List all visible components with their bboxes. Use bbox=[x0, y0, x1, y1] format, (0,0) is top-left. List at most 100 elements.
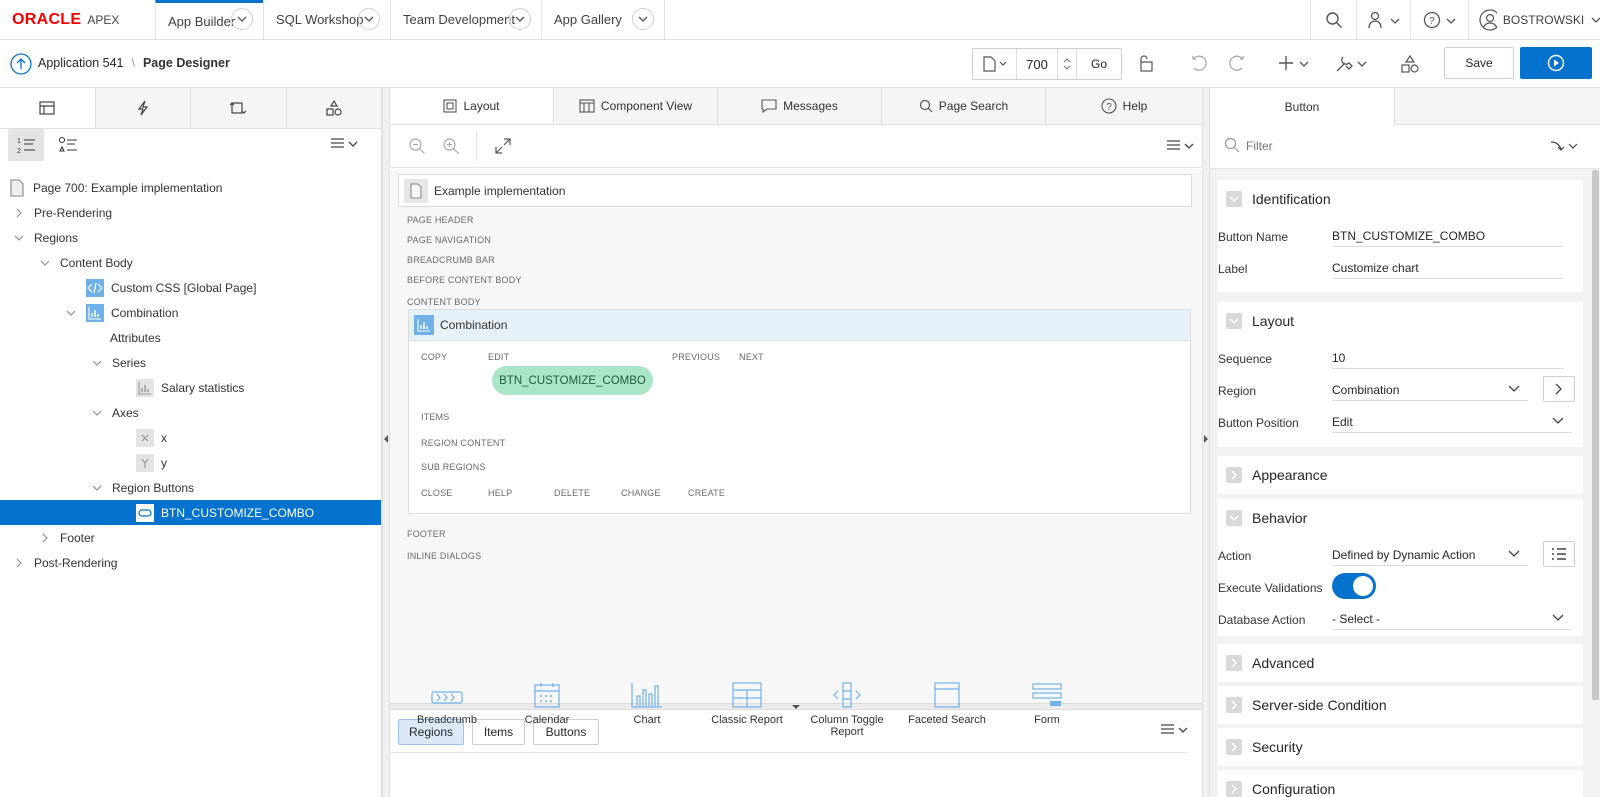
section-header[interactable]: Behavior bbox=[1218, 499, 1583, 537]
gallery-item-breadcrumb[interactable]: Breadcrumb bbox=[402, 686, 492, 726]
tree-menu-icon[interactable] bbox=[330, 136, 360, 152]
tree-node-post-rendering[interactable]: Post-Rendering bbox=[0, 550, 381, 575]
utilities-menu-icon[interactable] bbox=[1334, 54, 1368, 74]
region-header[interactable]: Combination bbox=[409, 310, 1190, 341]
tree-node-content-body[interactable]: Content Body bbox=[0, 250, 381, 275]
chevron-right-icon[interactable] bbox=[12, 206, 26, 220]
position-before-content-body[interactable]: BEFORE CONTENT BODY bbox=[407, 275, 522, 285]
chevron-down-icon[interactable] bbox=[12, 231, 26, 245]
tree-node-page[interactable]: Page 700: Example implementation bbox=[0, 175, 381, 200]
gallery-item-chart[interactable]: Chart bbox=[602, 682, 692, 726]
position-region-content[interactable]: REGION CONTENT bbox=[421, 438, 505, 448]
position-footer[interactable]: FOOTER bbox=[407, 529, 446, 539]
layout-menu-icon[interactable] bbox=[1166, 138, 1196, 154]
tree-node-btn-customize-combo[interactable]: BTN_CUSTOMIZE_COMBO bbox=[0, 500, 381, 525]
go-to-region-button[interactable] bbox=[1543, 376, 1575, 402]
position-page-navigation[interactable]: PAGE NAVIGATION bbox=[407, 235, 491, 245]
expand-icon[interactable] bbox=[494, 137, 512, 155]
tree-node-axis-y[interactable]: y bbox=[0, 450, 381, 475]
section-header[interactable]: Appearance bbox=[1218, 456, 1583, 494]
grouped-view-toggle[interactable]: 12 bbox=[8, 129, 44, 161]
go-button[interactable]: Go bbox=[1077, 57, 1121, 71]
chevron-down-icon[interactable] bbox=[64, 306, 78, 320]
lock-page-icon[interactable] bbox=[1136, 54, 1156, 74]
go-to-group-icon[interactable] bbox=[1550, 139, 1580, 155]
tab-messages[interactable]: Messages bbox=[718, 88, 882, 124]
zoom-in-icon[interactable] bbox=[442, 137, 460, 155]
position-content-body[interactable]: CONTENT BODY bbox=[407, 297, 481, 307]
tree-node-custom-css[interactable]: Custom CSS [Global Page] bbox=[0, 275, 381, 300]
redo-icon[interactable] bbox=[1226, 54, 1246, 74]
gallery-item-calendar[interactable]: Calendar bbox=[502, 682, 592, 726]
tab-button-properties[interactable]: Button bbox=[1210, 88, 1395, 125]
chevron-down-icon[interactable] bbox=[38, 256, 52, 270]
tab-processing[interactable] bbox=[191, 88, 287, 128]
tree-node-attributes[interactable]: Attributes bbox=[0, 325, 381, 350]
tab-dynamic-actions[interactable] bbox=[96, 88, 191, 128]
create-menu-icon[interactable] bbox=[1278, 54, 1312, 74]
position-help[interactable]: HELP bbox=[488, 488, 512, 498]
tree-node-region-buttons[interactable]: Region Buttons bbox=[0, 475, 381, 500]
gallery-item-form[interactable]: Form bbox=[1002, 682, 1092, 726]
database-action-select[interactable]: - Select - bbox=[1332, 608, 1572, 630]
region-select[interactable]: Combination bbox=[1332, 379, 1528, 401]
tree-node-series[interactable]: Series bbox=[0, 350, 381, 375]
section-header[interactable]: Configuration bbox=[1218, 770, 1583, 797]
search-icon[interactable] bbox=[1310, 0, 1356, 39]
position-page-header[interactable]: PAGE HEADER bbox=[407, 215, 474, 225]
page-title-bar[interactable]: Example implementation bbox=[398, 174, 1192, 207]
position-sub-regions[interactable]: SUB REGIONS bbox=[421, 462, 486, 472]
page-stepper[interactable] bbox=[1057, 49, 1077, 79]
position-inline-dialogs[interactable]: INLINE DIALOGS bbox=[407, 551, 481, 561]
gallery-item-classic-report[interactable]: Classic Report bbox=[702, 682, 792, 726]
zoom-out-icon[interactable] bbox=[408, 137, 426, 155]
tab-shared-components[interactable] bbox=[287, 88, 382, 128]
action-list-button[interactable] bbox=[1543, 541, 1575, 567]
tree-node-regions[interactable]: Regions bbox=[0, 225, 381, 250]
tree-node-combination[interactable]: Combination bbox=[0, 300, 381, 325]
button-position-select[interactable]: Edit bbox=[1332, 411, 1572, 433]
tree-node-pre-rendering[interactable]: Pre-Rendering bbox=[0, 200, 381, 225]
tab-help[interactable]: ? Help bbox=[1046, 88, 1202, 124]
button-name-field[interactable]: BTN_CUSTOMIZE_COMBO bbox=[1332, 225, 1564, 247]
position-previous[interactable]: PREVIOUS bbox=[672, 352, 720, 362]
undo-icon[interactable] bbox=[1190, 54, 1210, 74]
position-delete[interactable]: DELETE bbox=[554, 488, 590, 498]
position-create[interactable]: CREATE bbox=[688, 488, 725, 498]
help-menu-icon[interactable]: ? bbox=[1410, 0, 1468, 39]
administration-menu-icon[interactable] bbox=[1356, 0, 1410, 39]
position-items[interactable]: ITEMS bbox=[421, 412, 450, 422]
shared-components-icon[interactable] bbox=[1400, 54, 1420, 74]
execute-validations-toggle[interactable] bbox=[1332, 573, 1376, 599]
chevron-right-icon[interactable] bbox=[12, 556, 26, 570]
up-arrow-icon[interactable] bbox=[10, 53, 32, 75]
tree-node-salary-statistics[interactable]: Salary statistics bbox=[0, 375, 381, 400]
section-header[interactable]: Identification bbox=[1218, 180, 1583, 218]
user-menu[interactable]: BOSTROWSKI bbox=[1468, 0, 1600, 39]
gallery-menu-icon[interactable] bbox=[1160, 722, 1190, 738]
chevron-down-icon[interactable] bbox=[90, 356, 104, 370]
oracle-apex-logo[interactable]: ORACLE APEX bbox=[12, 11, 119, 29]
page-number-input[interactable]: 700 bbox=[1017, 57, 1057, 72]
save-button[interactable]: Save bbox=[1444, 47, 1514, 79]
sequence-field[interactable]: 10 bbox=[1332, 347, 1564, 369]
section-header[interactable]: Server-side Condition bbox=[1218, 686, 1583, 724]
position-change[interactable]: CHANGE bbox=[621, 488, 661, 498]
breadcrumb-application[interactable]: Application 541 bbox=[38, 56, 123, 70]
position-edit[interactable]: EDIT bbox=[488, 352, 509, 362]
tab-component-view[interactable]: Component View bbox=[554, 88, 718, 124]
tab-layout[interactable]: Layout bbox=[390, 88, 554, 124]
property-filter-input[interactable] bbox=[1246, 134, 1496, 158]
position-copy[interactable]: COPY bbox=[421, 352, 447, 362]
position-close[interactable]: CLOSE bbox=[421, 488, 453, 498]
section-header[interactable]: Layout bbox=[1218, 302, 1583, 340]
tree-node-footer[interactable]: Footer bbox=[0, 525, 381, 550]
section-header[interactable]: Advanced bbox=[1218, 644, 1583, 682]
tab-sql-workshop[interactable]: SQL Workshop bbox=[263, 0, 390, 39]
label-field[interactable]: Customize chart bbox=[1332, 257, 1564, 279]
action-select[interactable]: Defined by Dynamic Action bbox=[1332, 544, 1528, 566]
component-type-view-toggle[interactable] bbox=[50, 129, 86, 161]
page-icon[interactable] bbox=[973, 49, 1017, 79]
gallery-item-column-toggle-report[interactable]: Column Toggle Report bbox=[802, 682, 892, 738]
tab-app-gallery[interactable]: App Gallery bbox=[541, 0, 665, 39]
